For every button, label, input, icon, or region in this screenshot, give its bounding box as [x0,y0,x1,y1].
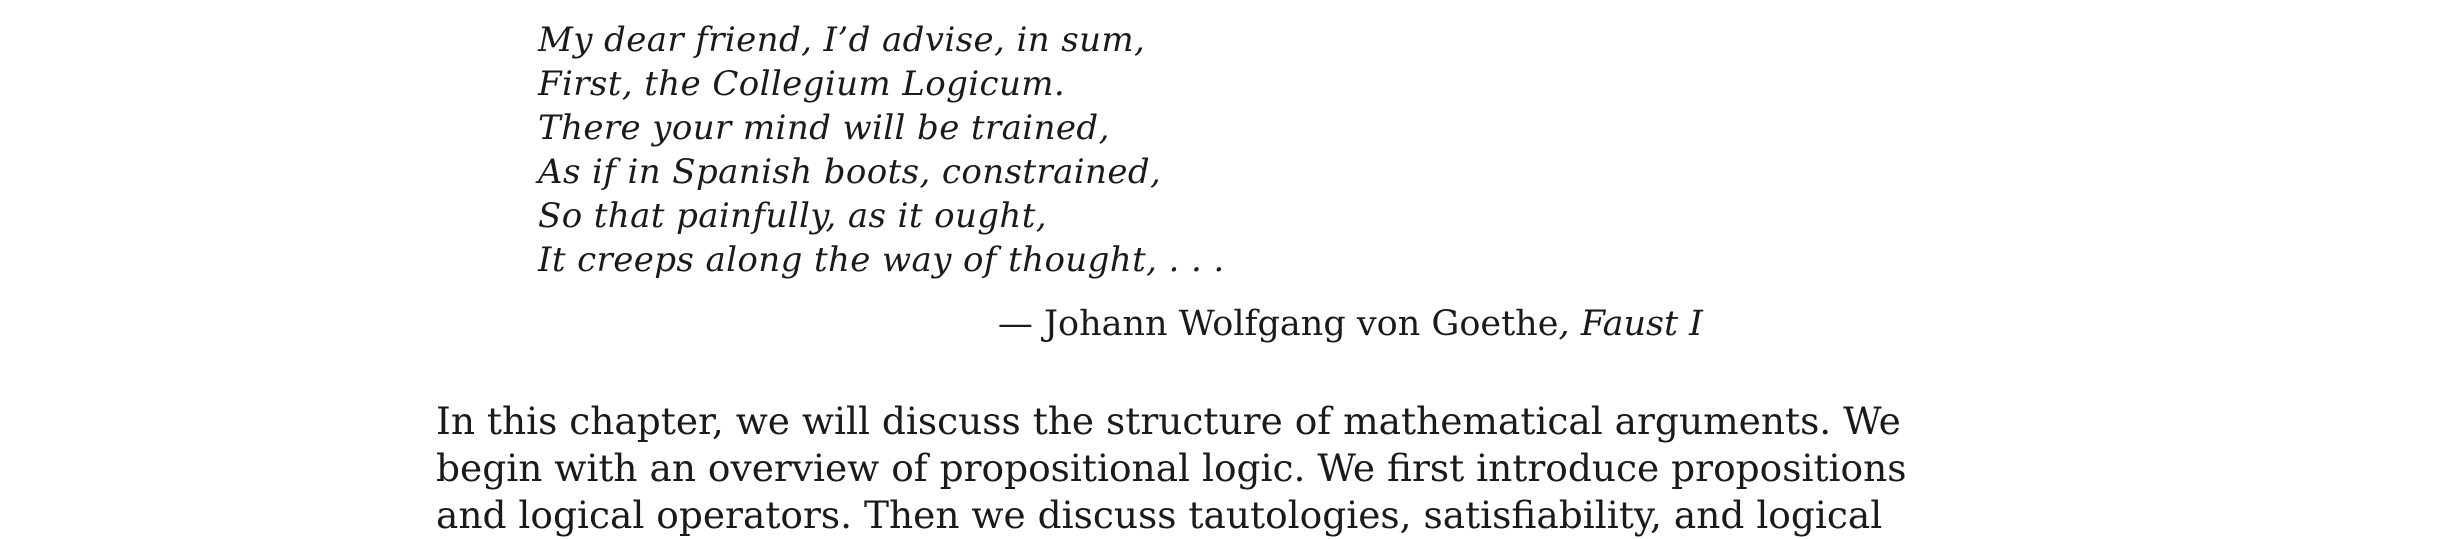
body-line: begin with an overview of propositional … [436,446,1907,490]
epigraph-line: My dear friend, I’d advise, in sum, [538,20,1146,60]
body-paragraph: In this chapter, we will discuss the str… [436,398,1907,539]
epigraph-line: As if in Spanish boots, constrained, [538,152,1162,192]
epigraph-line: It creeps along the way of thought, . . … [538,240,1225,280]
attribution-author: — Johann Wolfgang von Goethe [997,304,1559,344]
epigraph-quote: My dear friend, I’d advise, in sum, Firs… [538,18,1225,282]
epigraph-line: First, the Collegium Logicum. [538,64,1066,104]
body-line: and logical operators. Then we discuss t… [436,493,1883,537]
body-line: In this chapter, we will discuss the str… [436,399,1901,443]
attribution-work-title: Faust I [1580,304,1703,344]
epigraph-line: There your mind will be trained, [538,108,1110,148]
epigraph-attribution: — Johann Wolfgang von Goethe, Faust I [998,302,1703,346]
epigraph-line: So that painfully, as it ought, [538,196,1047,236]
attribution-separator: , [1558,304,1581,344]
